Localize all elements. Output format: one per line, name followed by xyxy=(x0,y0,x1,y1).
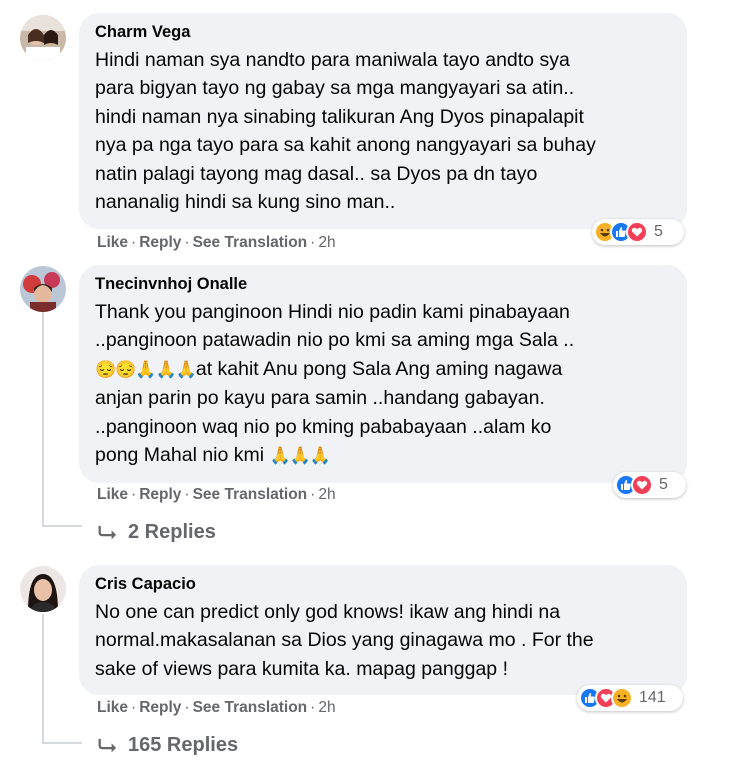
comment-text: Hindi naman sya nandto para maniwala tay… xyxy=(95,49,596,214)
see-translation-link[interactable]: See Translation xyxy=(193,234,308,251)
see-translation-link[interactable]: See Translation xyxy=(193,699,308,716)
replies-count[interactable]: 2 Replies xyxy=(128,521,216,544)
thread-line xyxy=(42,312,44,527)
reply-link[interactable]: Reply xyxy=(139,699,181,716)
like-link[interactable]: Like xyxy=(97,699,128,716)
view-replies-link[interactable]: 2 Replies xyxy=(98,521,216,544)
avatar[interactable] xyxy=(20,566,66,612)
reply-link[interactable]: Reply xyxy=(139,486,181,503)
like-link[interactable]: Like xyxy=(97,486,128,503)
comment-actions: Like · Reply · See Translation · 2h xyxy=(97,486,336,503)
comment-bubble: Cris Capacio No one can predict only god… xyxy=(79,565,687,695)
timestamp[interactable]: 2h xyxy=(318,486,335,503)
love-icon xyxy=(631,474,653,496)
timestamp[interactable]: 2h xyxy=(318,699,335,716)
haha-icon xyxy=(611,687,633,709)
comment-text: Thank you panginoon Hindi nio padin kami… xyxy=(95,301,575,467)
reactions-summary[interactable]: 5 xyxy=(592,219,684,245)
reactions-summary[interactable]: 5 xyxy=(613,472,686,498)
reaction-count: 141 xyxy=(639,689,666,706)
reply-arrow-icon xyxy=(98,738,117,752)
comment-actions: Like · Reply · See Translation · 2h xyxy=(97,699,336,716)
reaction-count: 5 xyxy=(659,476,668,493)
reaction-count: 5 xyxy=(654,223,663,240)
comment-text: No one can predict only god knows! ikaw … xyxy=(95,601,594,680)
thread-line-curve xyxy=(42,525,82,527)
comment-bubble: Tnecinvnhoj Onalle Thank you panginoon H… xyxy=(79,265,687,483)
reactions-summary[interactable]: 141 xyxy=(577,685,683,711)
thread-line xyxy=(42,614,44,744)
avatar[interactable] xyxy=(20,266,66,312)
see-translation-link[interactable]: See Translation xyxy=(193,486,308,503)
emoji-sequence: 😔😔🙏🙏🙏 xyxy=(95,359,197,379)
comment-author[interactable]: Charm Vega xyxy=(95,23,671,42)
comment-bubble: Charm Vega Hindi naman sya nandto para m… xyxy=(79,13,687,229)
like-link[interactable]: Like xyxy=(97,234,128,251)
view-replies-link[interactable]: 165 Replies xyxy=(98,734,238,757)
emoji-sequence: 🙏🙏🙏 xyxy=(269,446,332,466)
comment-author[interactable]: Cris Capacio xyxy=(95,575,671,594)
replies-count[interactable]: 165 Replies xyxy=(128,734,238,757)
reply-link[interactable]: Reply xyxy=(139,234,181,251)
timestamp[interactable]: 2h xyxy=(318,234,335,251)
comment-author[interactable]: Tnecinvnhoj Onalle xyxy=(95,275,671,294)
thread-line-curve xyxy=(42,742,82,744)
comment-actions: Like · Reply · See Translation · 2h xyxy=(97,234,336,251)
avatar[interactable] xyxy=(20,15,66,61)
love-icon xyxy=(626,221,648,243)
reply-arrow-icon xyxy=(98,525,117,539)
